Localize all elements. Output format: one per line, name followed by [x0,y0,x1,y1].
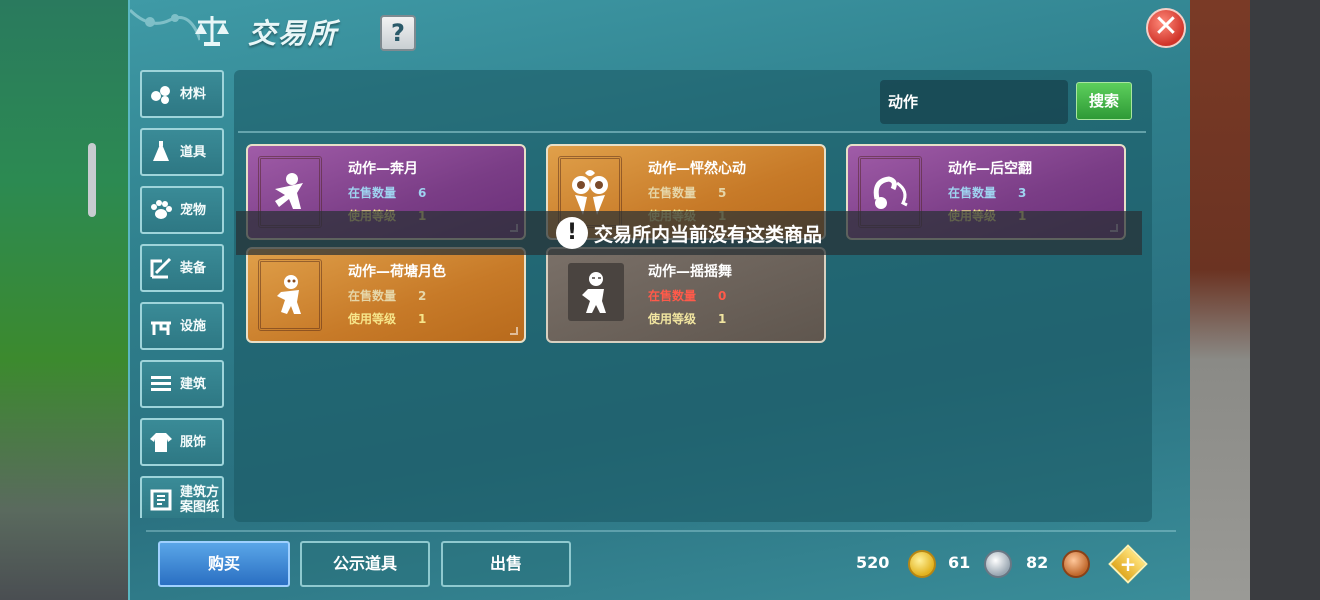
category-sidebar: 材料 道具 宠物 装备 设施 建筑 服饰 建筑方 案图纸 [140,70,224,518]
sell-tab-button[interactable]: 出售 [441,541,571,587]
card-title: 动作—荷塘月色 [348,264,446,280]
sidebar-item-label: 装备 [180,260,207,276]
copper-amount: 82 [1026,553,1049,572]
pet-paw-icon [151,200,172,219]
level-row: 使用等级 1 [648,310,726,327]
sidebar-item-label: 宠物 [180,202,207,218]
stock-label: 在售数量 [348,186,397,200]
help-button[interactable]: ? [380,15,416,51]
sidebar-item-label: 服饰 [180,434,207,450]
scroll-handle[interactable] [88,143,96,217]
toast-text: 交易所内当前没有这类商品 [593,223,822,246]
sidebar-item-label: 建筑 [180,376,207,392]
sidebar-item-label: 道具 [180,144,207,160]
goods-card[interactable]: 动作—摇摇舞 在售数量 0 使用等级 1 [546,247,826,343]
copper-coin-icon [1062,550,1090,578]
sidebar-item-items[interactable]: 道具 [140,128,224,176]
sidebar-item-building[interactable]: 建筑 [140,360,224,408]
plus-icon: + [1119,552,1137,576]
sidebar-item-label: 材料 [180,86,207,102]
facility-icon [151,321,171,335]
stock-value: 0 [718,289,727,303]
vine-decoration-icon [130,8,200,41]
lotus-moon-emote-icon [277,275,301,314]
level-label: 使用等级 [648,312,697,326]
building-icon [151,376,171,391]
stock-label: 在售数量 [648,186,697,200]
materials-icon [151,86,170,104]
card-thumbnail [568,263,624,321]
search-button[interactable]: 搜索 [1076,82,1132,120]
scale-icon [195,16,229,46]
stock-row: 在售数量 0 [648,287,726,304]
toast-message: ! 交易所内当前没有这类商品 [236,211,1142,255]
card-title: 动作—后空翻 [948,161,1032,177]
sidebar-item-clothing[interactable]: 服饰 [140,418,224,466]
stock-value: 6 [418,186,427,200]
stock-label: 在售数量 [648,289,697,303]
card-title: 动作—奔月 [348,161,418,177]
goods-card[interactable]: 动作—荷塘月色 在售数量 2 使用等级 1 [246,247,526,343]
corner-mark [510,327,518,335]
silver-amount: 61 [948,553,971,572]
sidebar-item-materials[interactable]: 材料 [140,70,224,118]
stock-row: 在售数量 2 [348,287,426,304]
goods-content-area: 动作 搜索 动作—奔月 在售数量 6 使用等级 1 [234,70,1152,522]
sidebar-item-equipment[interactable]: 装备 [140,244,224,292]
search-input[interactable]: 动作 [880,80,1068,124]
stock-value: 3 [1018,186,1027,200]
background-scene-left [0,0,128,600]
stock-row: 在售数量 5 [648,184,726,201]
sidebar-item-label: 设施 [180,318,207,334]
card-title: 动作—怦然心动 [648,161,746,177]
stock-value: 2 [418,289,427,303]
heartbeat-emote-icon [572,170,608,215]
stock-row: 在售数量 6 [348,184,426,201]
stock-label: 在售数量 [948,186,997,200]
backflip-emote-icon [873,176,908,209]
card-thumbnail [258,259,322,331]
silver-coin-icon [984,550,1012,578]
divider [238,131,1146,133]
item-icon [153,141,169,161]
add-currency-button[interactable]: + [1108,544,1148,584]
moon-dance-emote-icon [275,173,303,209]
warning-icon: ! [555,217,588,249]
stock-label: 在售数量 [348,289,397,303]
sidebar-item-blueprint[interactable]: 建筑方 案图纸 [140,476,224,518]
blueprint-icon [150,489,172,511]
page-title: 交易所 [248,17,339,50]
level-value: 1 [718,312,727,326]
buy-tab-button[interactable]: 购买 [158,541,290,587]
exchange-panel: 交易所 ? ✕ 材料 道具 宠物 装备 设施 建筑 服饰 建筑方 案图纸 动作 … [128,0,1190,600]
sidebar-item-pets[interactable]: 宠物 [140,186,224,234]
stock-value: 5 [718,186,727,200]
level-value: 1 [418,312,427,326]
level-row: 使用等级 1 [348,310,426,327]
sidebar-item-label: 建筑方 案图纸 [180,485,220,515]
equipment-icon [150,257,172,279]
stock-row: 在售数量 3 [948,184,1026,201]
clothing-icon [150,433,172,452]
close-button[interactable]: ✕ [1146,8,1186,48]
sidebar-item-facility[interactable]: 设施 [140,302,224,350]
title-bar: 交易所 ? ✕ [130,0,1190,62]
background-wall [1250,0,1320,600]
sway-dance-emote-icon [582,272,606,313]
gold-amount: 520 [856,553,890,572]
card-title: 动作—摇摇舞 [648,264,732,280]
divider [146,530,1176,532]
gold-coin-icon [908,550,936,578]
showcase-tab-button[interactable]: 公示道具 [300,541,430,587]
level-label: 使用等级 [348,312,397,326]
